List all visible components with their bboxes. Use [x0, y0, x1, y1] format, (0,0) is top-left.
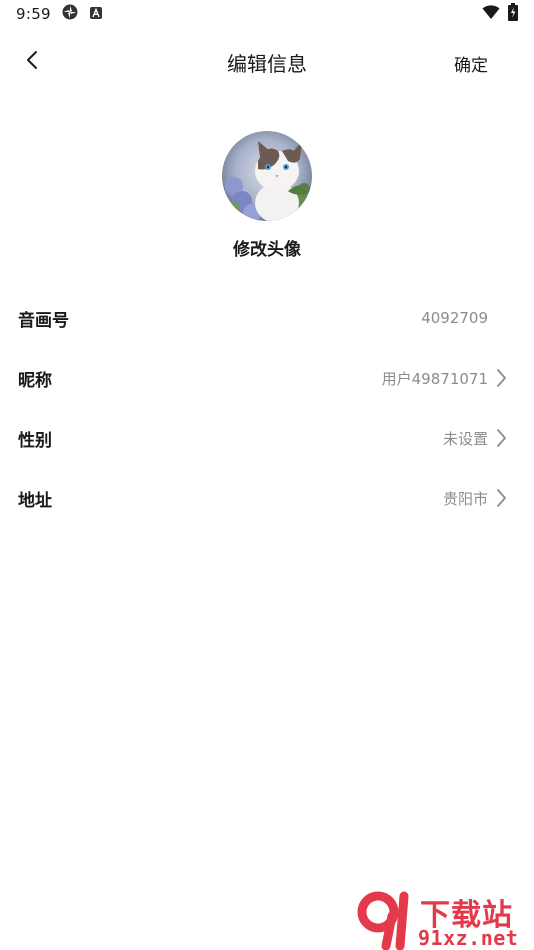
confirm-button[interactable]: 确定: [454, 51, 488, 76]
status-bar: 9:59: [0, 0, 534, 28]
chevron-right-icon: [494, 368, 508, 388]
row-label-audio-id: 音画号: [18, 310, 69, 331]
row-address[interactable]: 地址 贵阳市: [0, 468, 534, 528]
row-audio-id: 音画号 4092709: [0, 288, 534, 348]
status-time: 9:59: [16, 5, 51, 23]
nav-bar: 编辑信息 确定: [0, 38, 534, 86]
row-value-gender: 未设置: [442, 429, 488, 448]
status-right: [482, 3, 518, 25]
battery-icon: [508, 3, 518, 25]
chevron-right-icon: [494, 488, 508, 508]
row-right: 贵阳市: [443, 468, 508, 528]
watermark-logo: 下载站 91xz.net: [356, 888, 528, 950]
app-notification-icon: [61, 3, 79, 25]
row-value-nickname: 用户49871071: [381, 369, 488, 388]
chevron-right-icon: [494, 428, 508, 448]
watermark-text-bottom: 91xz.net: [418, 926, 519, 950]
watermark-91-icon: [357, 891, 409, 950]
edit-profile-screen: 9:59 编辑信息 确定 修改头像 音画号 4092709 昵称 用户49871…: [0, 0, 534, 950]
row-label-gender: 性别: [18, 430, 52, 451]
row-value-address: 贵阳市: [442, 489, 488, 508]
row-right: 用户49871071: [382, 348, 508, 408]
row-nickname[interactable]: 昵称 用户49871071: [0, 348, 534, 408]
change-avatar-button[interactable]: 修改头像: [0, 235, 534, 260]
avatar[interactable]: [222, 131, 312, 221]
row-label-nickname: 昵称: [18, 370, 52, 391]
row-value-audio-id: 4092709: [421, 309, 488, 327]
row-gender[interactable]: 性别 未设置: [0, 408, 534, 468]
row-right: 未设置: [443, 408, 508, 468]
row-right: 4092709: [421, 288, 508, 348]
status-left: 9:59: [16, 3, 103, 25]
profile-info-list: 音画号 4092709 昵称 用户49871071 性别 未设置 地址 贵阳市: [0, 288, 534, 528]
row-label-address: 地址: [18, 490, 52, 511]
a-notification-icon: [89, 5, 103, 24]
wifi-icon: [482, 4, 500, 24]
avatar-cat-photo: [222, 131, 312, 221]
